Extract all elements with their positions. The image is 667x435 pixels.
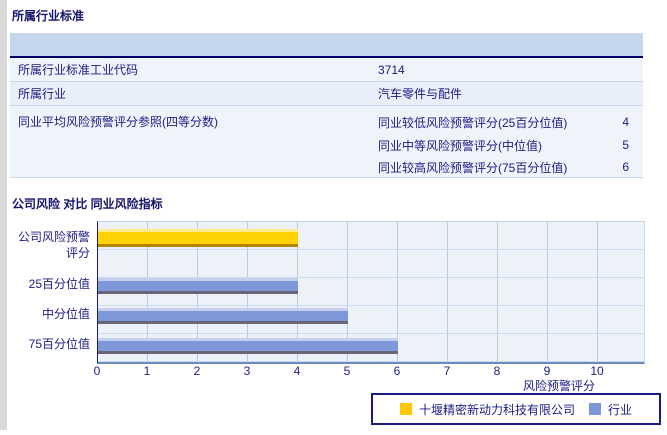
chart-legend: 十堰精密新动力科技有限公司 行业 xyxy=(371,393,661,425)
peer-low-value: 4 xyxy=(622,115,629,129)
xtick-2: 2 xyxy=(193,364,201,378)
bar-company-risk-score xyxy=(98,229,298,247)
xtick-6: 6 xyxy=(393,364,401,378)
peer-median-value: 5 xyxy=(622,138,629,152)
peer-score-list: 同业较低风险预警评分(25百分位值) 4 同业中等风险预警评分(中位值) 5 同… xyxy=(378,106,643,178)
row-value-industry-code: 3714 xyxy=(378,62,405,77)
peer-high-label: 同业较高风险预警评分(75百分位值) xyxy=(378,160,568,175)
xtick-1: 1 xyxy=(143,364,151,378)
industry-series-swatch-icon xyxy=(589,403,601,415)
ylabel-75th-percentile: 75百分位值 xyxy=(28,337,90,351)
ylabel-25th-percentile: 25百分位值 xyxy=(28,277,90,291)
peer-low-label: 同业较低风险预警评分(25百分位值) xyxy=(378,115,568,130)
ylabel-company-score-line1: 公司风险预警 xyxy=(17,230,90,244)
xaxis-title: 风险预警评分 xyxy=(522,379,595,393)
legend-industry-label: 行业 xyxy=(608,402,633,417)
legend-item-industry: 行业 xyxy=(589,401,632,418)
table-row: 同业平均风险预警评分参照(四等分数) 同业较低风险预警评分(25百分位值) 4 … xyxy=(10,106,643,178)
xtick-9: 9 xyxy=(543,364,551,378)
xtick-0: 0 xyxy=(93,364,101,378)
ylabel-median: 中分位值 xyxy=(41,307,90,321)
bar-industry-median xyxy=(98,308,348,324)
company-series-swatch-icon xyxy=(399,403,412,415)
legend-company-label: 十堰精密新动力科技有限公司 xyxy=(418,402,575,417)
xtick-8: 8 xyxy=(493,364,501,378)
xtick-5: 5 xyxy=(343,364,351,378)
xtick-3: 3 xyxy=(243,364,251,378)
industry-standard-table: 所属行业标准工业代码 3714 所属行业 汽车零件与配件 同业平均风险预警评分参… xyxy=(10,33,643,178)
peer-score-row: 同业较低风险预警评分(25百分位值) 4 xyxy=(378,110,643,134)
bar-industry-75th-percentile xyxy=(98,338,398,354)
risk-compare-section-title: 公司风险 对比 同业风险指标 xyxy=(12,197,163,211)
xtick-4: 4 xyxy=(293,364,301,378)
legend-item-company: 十堰精密新动力科技有限公司 xyxy=(399,401,575,418)
xtick-7: 7 xyxy=(443,364,451,378)
industry-standard-section-title: 所属行业标准 xyxy=(12,9,85,23)
row-label-industry: 所属行业 xyxy=(18,87,67,101)
table-row: 所属行业 汽车零件与配件 xyxy=(10,82,643,106)
row-value-industry: 汽车零件与配件 xyxy=(378,87,463,101)
xtick-10: 10 xyxy=(590,364,604,378)
peer-median-label: 同业中等风险预警评分(中位值) xyxy=(378,138,542,153)
row-label-peer-reference: 同业平均风险预警评分参照(四等分数) xyxy=(18,115,218,129)
peer-score-row: 同业中等风险预警评分(中位值) 5 xyxy=(378,134,643,156)
table-row: 所属行业标准工业代码 3714 xyxy=(10,58,643,82)
report-page: 所属行业标准 所属行业标准工业代码 3714 所属行业 汽车零件与配件 同业平均… xyxy=(0,0,667,435)
row-label-industry-code: 所属行业标准工业代码 xyxy=(18,63,139,77)
table-header-bar xyxy=(10,33,643,58)
peer-high-value: 6 xyxy=(622,160,629,174)
ylabel-company-score-line2: 评分 xyxy=(65,246,90,260)
peer-score-row: 同业较高风险预警评分(75百分位值) 6 xyxy=(378,156,643,178)
left-margin-strip xyxy=(0,0,7,430)
bar-chart-plot-area xyxy=(97,221,645,364)
bar-industry-25th-percentile xyxy=(98,278,298,294)
